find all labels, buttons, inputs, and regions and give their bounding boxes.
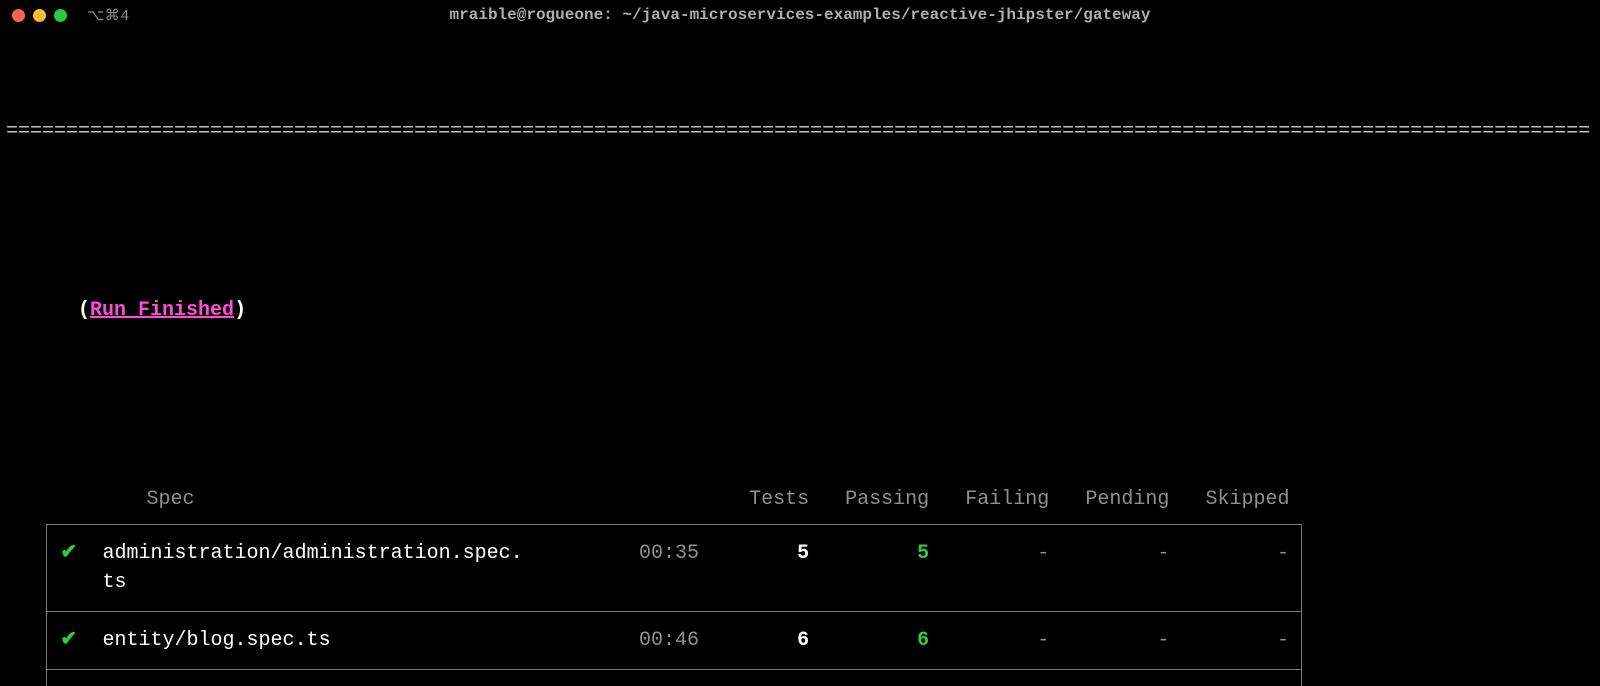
col-failing: Failing [941,475,1061,525]
col-spec: Spec [91,475,561,525]
col-skipped: Skipped [1181,475,1301,525]
check-icon: ✔ [47,525,91,612]
close-window-button[interactable] [12,9,25,22]
spec-tests: 5 [711,525,821,612]
spec-duration: 00:46 [561,612,711,670]
table-row: ✔ entity/blog.spec.ts 00:46 6 6 - - - [47,612,1302,670]
col-tests: Tests [711,475,821,525]
spec-pending: - [1061,612,1181,670]
spec-failing: - [941,525,1061,612]
spec-name: entity/post.spec.ts [91,670,561,686]
spec-passing: 6 [821,670,941,686]
spec-tests: 6 [711,670,821,686]
spec-pending: - [1061,525,1181,612]
window-titlebar: ⌥⌘4 mraible@rogueone: ~/java-microservic… [0,0,1600,30]
maximize-window-button[interactable] [54,9,67,22]
open-paren: ( [78,299,90,322]
spec-failing: - [941,670,1061,686]
spec-passing: 5 [821,525,941,612]
table-row: ✔ administration/administration.spec. ts… [47,525,1302,612]
spec-name: entity/blog.spec.ts [91,612,561,670]
table-row: ✔ entity/post.spec.ts 00:47 6 6 - - - [47,670,1302,686]
check-icon: ✔ [47,612,91,670]
spec-tests: 6 [711,612,821,670]
divider-line: ========================================… [6,117,1594,146]
traffic-lights [12,9,67,22]
spec-passing: 6 [821,612,941,670]
terminal-output[interactable]: ========================================… [0,30,1600,686]
spec-name: administration/administration.spec. ts [91,525,561,612]
spec-duration: 00:47 [561,670,711,686]
run-finished-line: (Run Finished) [6,267,1594,354]
col-pending: Pending [1061,475,1181,525]
spec-skipped: - [1181,612,1301,670]
run-finished-label: Run Finished [90,299,234,322]
spec-skipped: - [1181,670,1301,686]
table-header-row: Spec Tests Passing Failing Pending Skipp… [47,475,1302,525]
close-paren: ) [234,299,246,322]
spec-failing: - [941,612,1061,670]
check-icon: ✔ [47,670,91,686]
minimize-window-button[interactable] [33,9,46,22]
spec-pending: - [1061,670,1181,686]
spec-duration: 00:35 [561,525,711,612]
spec-skipped: - [1181,525,1301,612]
window-title: mraible@rogueone: ~/java-microservices-e… [450,6,1151,24]
spec-results-table: Spec Tests Passing Failing Pending Skipp… [46,475,1302,686]
window-hotkey-label: ⌥⌘4 [87,6,130,25]
col-passing: Passing [821,475,941,525]
